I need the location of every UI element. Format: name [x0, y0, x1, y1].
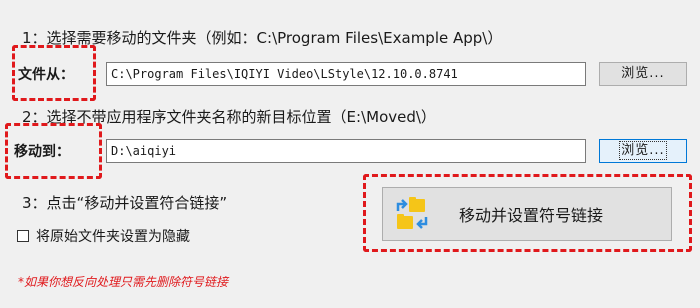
- hide-original-checkbox[interactable]: [17, 230, 29, 242]
- source-path-field[interactable]: C:\Program Files\IQIYI Video\LStyle\12.1…: [106, 62, 586, 86]
- move-symlink-icon: [393, 195, 431, 233]
- target-browse-label: 浏览...: [619, 141, 667, 160]
- source-label: 文件从：: [18, 67, 74, 83]
- source-browse-button[interactable]: 浏览...: [599, 62, 687, 86]
- move-and-link-button[interactable]: 移动并设置符号链接: [382, 187, 672, 241]
- target-path-field[interactable]: D:\aiqiyi: [106, 139, 586, 163]
- source-browse-label: 浏览...: [621, 66, 665, 81]
- move-and-link-label: 移动并设置符号链接: [459, 206, 604, 225]
- target-browse-button[interactable]: 浏览...: [599, 139, 687, 163]
- step3-instruction: 3：点击“移动并设置符合链接”: [22, 194, 228, 212]
- target-label: 移动到：: [14, 144, 70, 160]
- reverse-note: *如果你想反向处理只需先删除符号链接: [18, 275, 229, 289]
- hide-original-label: 将原始文件夹设置为隐藏: [36, 229, 190, 245]
